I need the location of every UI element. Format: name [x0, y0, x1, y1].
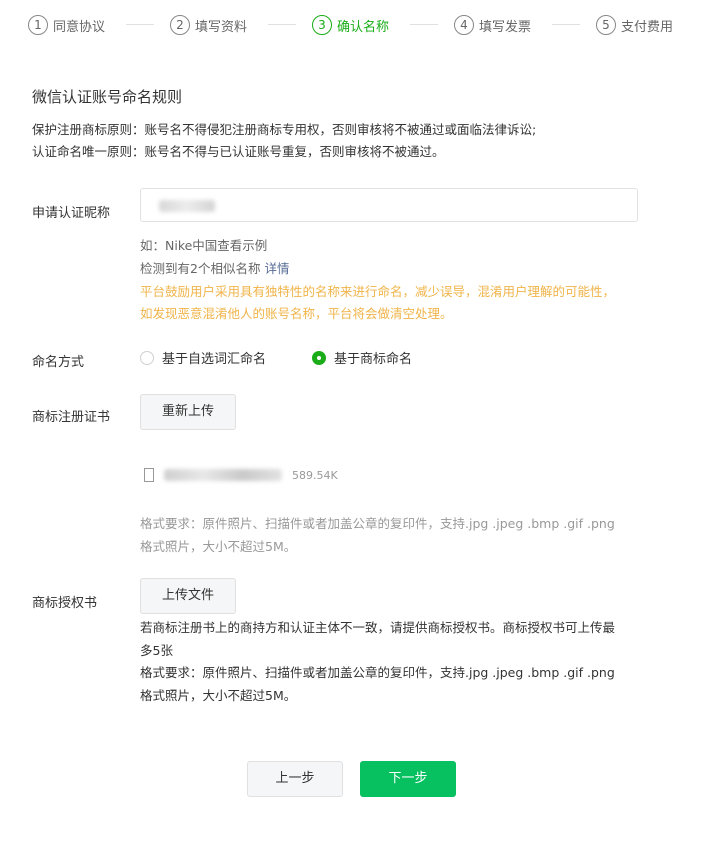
step-1: 1 同意协议 [28, 12, 105, 38]
file-icon [144, 468, 154, 482]
nickname-label: 申请认证昵称 [32, 206, 111, 221]
step-divider [268, 24, 296, 25]
reupload-button[interactable]: 重新上传 [140, 394, 236, 430]
step-divider [410, 24, 438, 25]
radio-trademark[interactable]: 基于商标命名 [312, 348, 412, 367]
naming-warning-line2: 如发现恶意混淆他人的账号名称，平台将会做清空处理。 [140, 306, 453, 321]
step-divider [126, 24, 154, 25]
cert-size-requirement: 格式照片，大小不超过5M。 [140, 539, 297, 554]
naming-method-label: 命名方式 [32, 355, 85, 370]
auth-format-requirement: 格式要求：原件照片、扫描件或者加盖公章的复印件，支持.jpg .jpeg .bm… [140, 665, 615, 680]
rule-unique: 认证命名唯一原则：账号名不得与已认证账号重复，否则审核将不被通过。 [32, 144, 445, 159]
upload-file-button[interactable]: 上传文件 [140, 578, 236, 614]
radio-custom-words-label: 基于自选词汇命名 [162, 352, 267, 367]
step-divider [552, 24, 580, 25]
uploaded-file: 589.54K [144, 468, 338, 482]
similar-names-hint: 检测到有2个相似名称 详情 [140, 258, 289, 277]
step-3-number: 3 [312, 15, 332, 35]
step-4-label: 填写发票 [479, 19, 532, 35]
rule-trademark: 保护注册商标原则：账号名不得侵犯注册商标专用权，否则审核将不被通过或面临法律诉讼… [32, 122, 537, 137]
auth-note-line2: 多5张 [140, 643, 173, 658]
step-5-label: 支付费用 [621, 19, 674, 35]
step-3-label: 确认名称 [337, 19, 390, 35]
similar-names-text: 检测到有2个相似名称 [140, 261, 261, 276]
trademark-auth-label: 商标授权书 [32, 596, 98, 611]
file-size: 589.54K [292, 468, 338, 482]
step-2-label: 填写资料 [195, 19, 248, 35]
nickname-example: 如：Nike中国查看示例 [140, 238, 268, 253]
file-name-redacted [164, 469, 282, 481]
auth-size-requirement: 格式照片，大小不超过5M。 [140, 688, 297, 703]
trademark-cert-label: 商标注册证书 [32, 410, 111, 425]
step-indicator: 1 同意协议 2 填写资料 3 确认名称 4 填写发票 5 支付费用 [28, 12, 688, 38]
nickname-value-redacted [159, 200, 215, 212]
step-5-number: 5 [596, 15, 616, 35]
step-4-number: 4 [454, 15, 474, 35]
naming-warning-line1: 平台鼓励用户采用具有独特性的名称来进行命名，减少误导，混淆用户理解的可能性， [140, 284, 616, 299]
step-2-number: 2 [170, 15, 190, 35]
step-2: 2 填写资料 [170, 12, 247, 38]
prev-step-button[interactable]: 上一步 [247, 761, 343, 797]
step-4: 4 填写发票 [454, 12, 531, 38]
radio-custom-words[interactable]: 基于自选词汇命名 [140, 348, 266, 367]
next-step-button[interactable]: 下一步 [360, 761, 456, 797]
step-1-label: 同意协议 [53, 19, 106, 35]
radio-trademark-label: 基于商标命名 [334, 352, 413, 367]
rules-title: 微信认证账号命名规则 [32, 88, 183, 106]
auth-note-line1: 若商标注册书上的商持方和认证主体不一致，请提供商标授权书。商标授权书可上传最 [140, 620, 616, 635]
step-1-number: 1 [28, 15, 48, 35]
cert-format-requirement: 格式要求：原件照片、扫描件或者加盖公章的复印件，支持.jpg .jpeg .bm… [140, 516, 615, 531]
nickname-input[interactable] [140, 188, 638, 222]
radio-circle[interactable] [140, 350, 154, 365]
step-3: 3 确认名称 [312, 12, 389, 38]
radio-circle[interactable] [312, 350, 326, 365]
step-5: 5 支付费用 [596, 12, 673, 38]
similar-names-details-link[interactable]: 详情 [264, 261, 289, 276]
